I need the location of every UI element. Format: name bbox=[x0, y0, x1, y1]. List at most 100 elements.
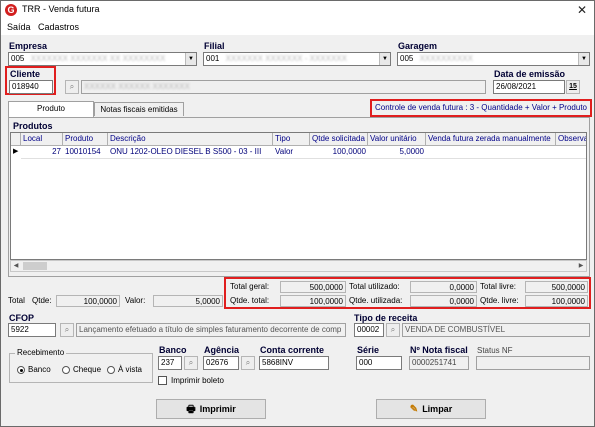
grid-indicator-header bbox=[11, 133, 21, 146]
garagem-label: Garagem bbox=[398, 41, 438, 51]
filial-combo[interactable]: 001 XXXXXXX XXXXXXX - XXXXXXX ▼ bbox=[203, 52, 391, 66]
radio-a-vista-label[interactable]: À vista bbox=[118, 365, 142, 374]
qtde-utilizada-value: 0,0000 bbox=[410, 295, 477, 307]
recebimento-label: Recebimento bbox=[15, 348, 67, 357]
nota-fiscal-label: Nº Nota fiscal bbox=[410, 345, 468, 355]
cliente-search-icon[interactable]: ⌕ bbox=[65, 80, 79, 94]
total-geral-label: Total geral: bbox=[230, 282, 270, 291]
col-header-local[interactable]: Local bbox=[21, 133, 63, 146]
banco-label: Banco bbox=[159, 345, 187, 355]
limpar-button-label: Limpar bbox=[422, 404, 453, 414]
empresa-label: Empresa bbox=[9, 41, 48, 51]
produtos-grid[interactable]: Local Produto Descrição Tipo Qtde solici… bbox=[10, 132, 587, 260]
col-header-produto[interactable]: Produto bbox=[63, 133, 108, 146]
data-emissao-label: Data de emissão bbox=[494, 69, 566, 79]
total-geral-value: 500,0000 bbox=[280, 281, 346, 293]
cfop-desc-field: Lançamento efetuado a título de simples … bbox=[76, 323, 346, 337]
cfop-label: CFOP bbox=[9, 313, 35, 323]
chevron-down-icon[interactable]: ▼ bbox=[578, 53, 589, 65]
radio-banco-label[interactable]: Banco bbox=[28, 365, 51, 374]
imprimir-button[interactable]: 🖶 Imprimir bbox=[156, 399, 266, 419]
radio-banco[interactable] bbox=[17, 366, 25, 374]
conta-corrente-input[interactable]: 5868INV bbox=[259, 356, 329, 370]
chevron-down-icon[interactable]: ▼ bbox=[185, 53, 196, 65]
cliente-name-field: XXXXXX XXXXXX XXXXXXX bbox=[81, 80, 486, 94]
qtde-utilizada-label: Qtde. utilizada: bbox=[349, 296, 403, 305]
serie-input[interactable]: 000 bbox=[356, 356, 402, 370]
title-bar: G TRR - Venda futura ✕ bbox=[1, 1, 594, 19]
cliente-desc: XXXXXX XXXXXX XXXXXXX bbox=[84, 82, 190, 91]
limpar-button[interactable]: ✎ Limpar bbox=[376, 399, 486, 419]
conta-corrente-label: Conta corrente bbox=[260, 345, 325, 355]
imprimir-button-label: Imprimir bbox=[199, 404, 236, 414]
col-header-valor-unitario[interactable]: Valor unitário bbox=[368, 133, 426, 146]
cfop-search-icon[interactable]: ⌕ bbox=[60, 323, 74, 337]
tab-notas-fiscais[interactable]: Notas fiscais emitidas bbox=[94, 102, 184, 116]
total-utilizado-value: 0,0000 bbox=[410, 281, 477, 293]
cliente-label: Cliente bbox=[10, 69, 41, 79]
nota-fiscal-field: 0000251741 bbox=[409, 356, 469, 370]
status-nf-field bbox=[476, 356, 590, 370]
agencia-label: Agência bbox=[204, 345, 240, 355]
table-cell-local[interactable]: 27 bbox=[21, 146, 63, 158]
total-livre-value: 500,0000 bbox=[525, 281, 588, 293]
col-header-venda-zerada[interactable]: Venda futura zerada manualmente bbox=[426, 133, 556, 146]
table-cell-valor-unitario[interactable]: 5,0000 bbox=[368, 146, 426, 158]
app-logo-icon: G bbox=[5, 4, 17, 16]
summary-valor-label: Valor: bbox=[125, 296, 146, 305]
row-divider bbox=[21, 158, 586, 159]
summary-total-label: Total bbox=[8, 296, 25, 305]
tipo-receita-search-icon[interactable]: ⌕ bbox=[386, 323, 400, 337]
garagem-combo[interactable]: 005 XXXXXXXXXX ▼ bbox=[397, 52, 590, 66]
imprimir-boleto-label[interactable]: Imprimir boleto bbox=[171, 376, 224, 385]
close-icon[interactable]: ✕ bbox=[571, 2, 593, 18]
data-emissao-input[interactable]: 26/08/2021 bbox=[493, 80, 565, 94]
calendar-icon[interactable]: 15 bbox=[566, 80, 580, 94]
table-cell-observacao[interactable] bbox=[556, 146, 586, 158]
agencia-input[interactable]: 02676 bbox=[203, 356, 239, 370]
agencia-search-icon[interactable]: ⌕ bbox=[241, 356, 255, 370]
col-header-tipo[interactable]: Tipo bbox=[273, 133, 310, 146]
col-header-descricao[interactable]: Descrição bbox=[108, 133, 273, 146]
scroll-left-icon[interactable]: ◀ bbox=[11, 261, 21, 271]
grid-horizontal-scrollbar[interactable]: ◀ ▶ bbox=[10, 260, 587, 272]
radio-cheque-label[interactable]: Cheque bbox=[73, 365, 101, 374]
tab-produto[interactable]: Produto bbox=[8, 101, 94, 117]
col-header-qtde-solicitada[interactable]: Qtde solicitada bbox=[310, 133, 368, 146]
scroll-thumb[interactable] bbox=[23, 262, 47, 270]
radio-cheque[interactable] bbox=[62, 366, 70, 374]
serie-label: Série bbox=[357, 345, 380, 355]
summary-valor-value: 5,0000 bbox=[153, 295, 223, 307]
broom-icon: ✎ bbox=[409, 404, 419, 415]
col-header-observacao[interactable]: Observa bbox=[556, 133, 586, 146]
table-cell-tipo[interactable]: Valor bbox=[273, 146, 310, 158]
main-window: G TRR - Venda futura ✕ Saída Cadastros E… bbox=[0, 0, 595, 427]
tipo-receita-label: Tipo de receita bbox=[354, 313, 418, 323]
qtde-livre-label: Qtde. livre: bbox=[480, 296, 519, 305]
controle-venda-futura-text: Controle de venda futura : 3 - Quantidad… bbox=[375, 103, 587, 112]
tipo-receita-input[interactable]: 00002 bbox=[354, 323, 384, 337]
radio-a-vista[interactable] bbox=[107, 366, 115, 374]
garagem-code: 005 bbox=[400, 54, 414, 63]
tipo-receita-desc-field: VENDA DE COMBUSTÍVEL bbox=[402, 323, 590, 337]
table-cell-descricao[interactable]: ONU 1202-OLEO DIESEL B S500 - 03 - III bbox=[108, 146, 273, 158]
filial-desc: XXXXXXX XXXXXXX - XXXXXXX bbox=[225, 54, 347, 63]
status-nf-label: Status NF bbox=[477, 346, 513, 355]
banco-search-icon[interactable]: ⌕ bbox=[184, 356, 198, 370]
window-title: TRR - Venda futura bbox=[22, 4, 100, 14]
chevron-down-icon[interactable]: ▼ bbox=[379, 53, 390, 65]
menu-saida[interactable]: Saída bbox=[7, 22, 31, 32]
qtde-total-label: Qtde. total: bbox=[230, 296, 270, 305]
cfop-input[interactable]: 5922 bbox=[8, 323, 56, 337]
imprimir-boleto-checkbox[interactable] bbox=[158, 376, 167, 385]
filial-code: 001 bbox=[206, 54, 220, 63]
empresa-combo[interactable]: 005 XXXXXXX XXXXXXX XX XXXXXXXX ▼ bbox=[8, 52, 197, 66]
table-cell-venda-zerada[interactable] bbox=[426, 146, 556, 158]
table-cell-qtde-solicitada[interactable]: 100,0000 bbox=[310, 146, 368, 158]
banco-input[interactable]: 237 bbox=[158, 356, 182, 370]
scroll-right-icon[interactable]: ▶ bbox=[576, 261, 586, 271]
empresa-desc: XXXXXXX XXXXXXX XX XXXXXXXX bbox=[30, 54, 166, 63]
menu-cadastros[interactable]: Cadastros bbox=[38, 22, 79, 32]
table-cell-produto[interactable]: 10010154 bbox=[63, 146, 108, 158]
cliente-code-input[interactable]: 018940 bbox=[9, 80, 53, 94]
